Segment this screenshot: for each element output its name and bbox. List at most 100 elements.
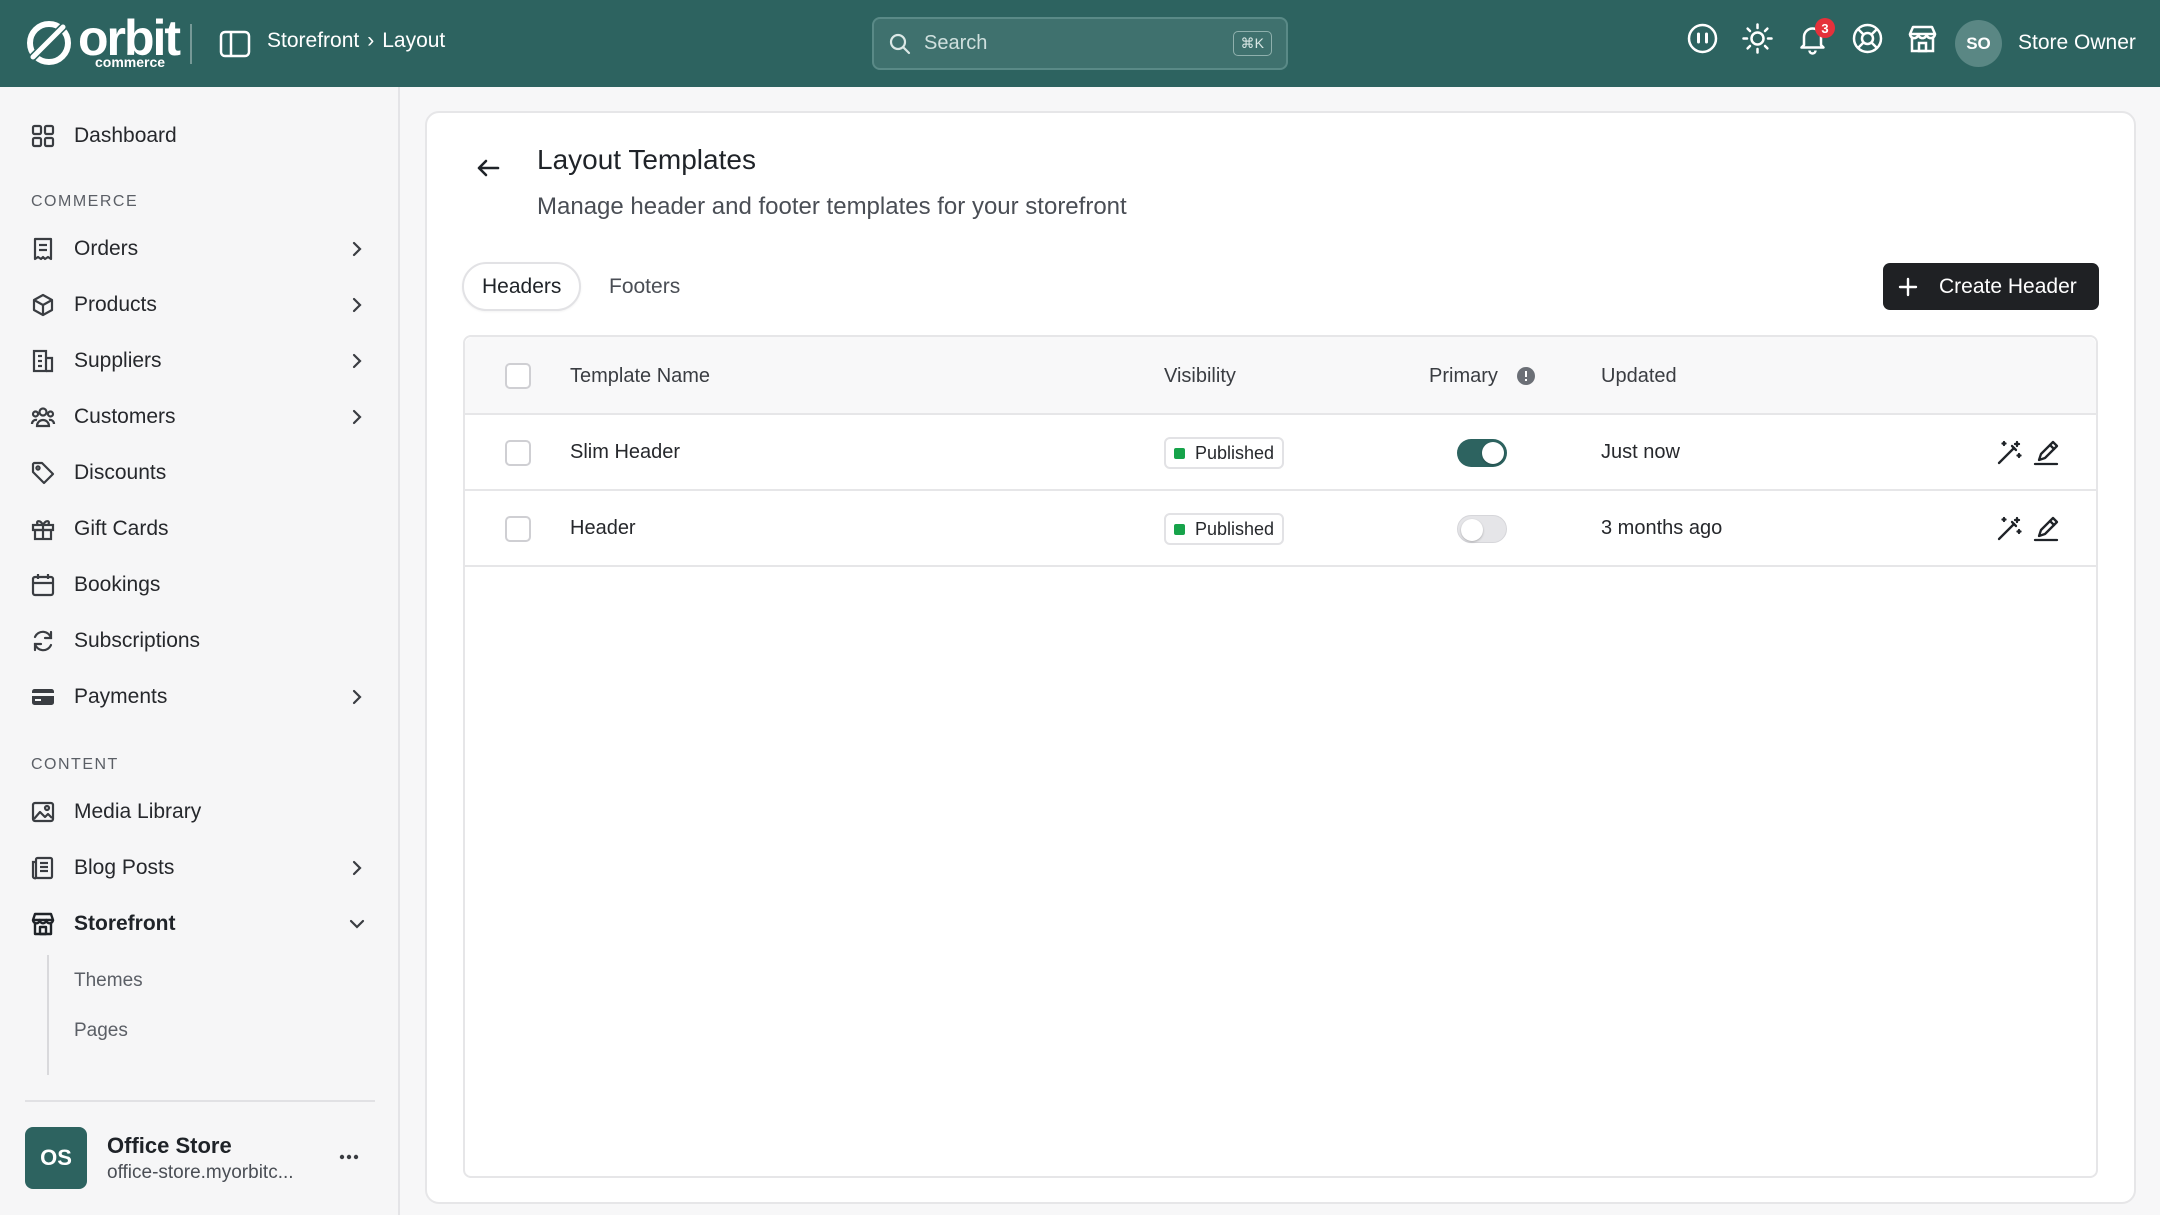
store-menu-button[interactable] xyxy=(338,1147,360,1167)
primary-toggle[interactable] xyxy=(1457,515,1507,543)
sidebar-item-orders[interactable]: Orders xyxy=(0,224,400,274)
storefront-icon xyxy=(31,912,55,936)
sidebar-toggle-button[interactable] xyxy=(219,30,251,58)
store-icon xyxy=(1908,25,1937,53)
sidebar-item-discounts[interactable]: Discounts xyxy=(0,448,400,498)
orbit-logo[interactable]: orbit commerce xyxy=(24,13,181,72)
column-header-visibility[interactable]: Visibility xyxy=(1164,365,1236,388)
column-header-primary[interactable]: Primary xyxy=(1429,365,1498,388)
magic-wand-icon xyxy=(1997,516,2022,541)
sun-icon xyxy=(1742,23,1773,54)
user-avatar[interactable]: SO xyxy=(1955,20,2002,67)
primary-info-icon[interactable] xyxy=(1516,366,1536,386)
arrow-left-icon xyxy=(477,159,500,177)
primary-toggle[interactable] xyxy=(1457,439,1507,467)
calendar-icon xyxy=(31,574,55,597)
customize-button[interactable] xyxy=(1995,439,2023,467)
updated-time: 3 months ago xyxy=(1601,517,1723,539)
sidebar-item-label: Bookings xyxy=(74,573,161,596)
sidebar-subitem-pages[interactable]: Pages xyxy=(74,1020,128,1042)
chevron-right-icon xyxy=(352,689,362,705)
sidebar-item-label: Payments xyxy=(74,685,168,708)
sidebar-item-subscriptions[interactable]: Subscriptions xyxy=(0,616,400,666)
lifebuoy-icon xyxy=(1852,23,1883,54)
sidebar-item-bookings[interactable]: Bookings xyxy=(0,560,400,610)
sidebar-item-media-library[interactable]: Media Library xyxy=(0,787,400,837)
tag-icon xyxy=(31,461,55,485)
customize-button[interactable] xyxy=(1995,515,2023,543)
sidebar-item-label: Media Library xyxy=(74,800,202,823)
breadcrumb: Storefront › Layout xyxy=(267,29,445,53)
sidebar-item-label: Suppliers xyxy=(74,349,162,372)
templates-table: Template Name Visibility Primary Updated… xyxy=(463,335,2098,1178)
notifications-button[interactable]: 3 xyxy=(1796,18,1835,55)
search-input[interactable] xyxy=(924,32,1233,55)
sidebar-item-blog-posts[interactable]: Blog Posts xyxy=(0,843,400,893)
tab-headers[interactable]: Headers xyxy=(462,262,582,311)
edit-button[interactable] xyxy=(2032,439,2060,467)
search-icon xyxy=(889,33,911,54)
column-header-updated[interactable]: Updated xyxy=(1601,365,1677,388)
page-title: Layout Templates xyxy=(537,144,756,175)
ai-assistant-button[interactable] xyxy=(1686,22,1719,55)
user-name[interactable]: Store Owner xyxy=(2018,31,2136,55)
sidebar-item-label: Orders xyxy=(74,237,139,260)
theme-toggle-button[interactable] xyxy=(1741,22,1774,55)
plus-icon xyxy=(1898,277,1918,296)
top-bar: orbit commerce Storefront › Layout ⌘K xyxy=(0,0,2160,87)
page-subtitle: Manage header and footer templates for y… xyxy=(537,193,1127,220)
sidebar: Dashboard COMMERCE Orders Products Suppl… xyxy=(0,87,400,1215)
pencil-icon xyxy=(2033,516,2059,542)
table-row[interactable]: Header Published 3 months ago xyxy=(465,491,2096,567)
dashboard-icon xyxy=(31,124,55,148)
row-checkbox[interactable] xyxy=(505,516,531,542)
status-dot xyxy=(1174,447,1185,459)
tab-footers[interactable]: Footers xyxy=(591,262,698,311)
sidebar-item-products[interactable]: Products xyxy=(0,280,400,330)
column-header-template-name[interactable]: Template Name xyxy=(570,365,710,388)
table-row[interactable]: Slim Header Published Just now xyxy=(465,415,2096,491)
help-button[interactable] xyxy=(1851,22,1884,55)
view-store-button[interactable] xyxy=(1906,22,1939,55)
sidebar-item-customers[interactable]: Customers xyxy=(0,392,400,442)
create-header-button[interactable]: Create Header xyxy=(1883,263,2099,310)
chevron-right-icon xyxy=(352,353,362,369)
store-avatar[interactable]: OS xyxy=(25,1127,87,1189)
sidebar-item-label: Storefront xyxy=(74,912,176,935)
sidebar-item-label: Customers xyxy=(74,405,176,428)
more-horizontal-icon xyxy=(339,1154,359,1160)
sidebar-item-label: Subscriptions xyxy=(74,629,201,652)
magic-wand-icon xyxy=(1997,440,2022,465)
sidebar-subitem-themes[interactable]: Themes xyxy=(74,970,143,992)
chevron-down-icon xyxy=(349,919,365,929)
sidebar-item-label: Products xyxy=(74,293,157,316)
chevron-right-icon xyxy=(352,297,362,313)
sidebar-toggle-icon xyxy=(219,30,251,58)
chevron-right-icon xyxy=(352,241,362,257)
document-icon xyxy=(31,856,54,880)
select-all-checkbox[interactable] xyxy=(505,363,531,389)
users-icon xyxy=(30,407,56,428)
section-title-content: CONTENT xyxy=(31,756,119,773)
sidebar-item-gift-cards[interactable]: Gift Cards xyxy=(0,504,400,554)
search-bar[interactable]: ⌘K xyxy=(872,17,1288,70)
sidebar-item-suppliers[interactable]: Suppliers xyxy=(0,336,400,386)
robot-face-icon xyxy=(1687,23,1718,54)
updated-time: Just now xyxy=(1601,441,1680,463)
toggle-knob xyxy=(1482,442,1504,464)
breadcrumb-storefront[interactable]: Storefront xyxy=(267,29,359,53)
template-name[interactable]: Header xyxy=(570,517,636,540)
submenu-guide-line xyxy=(47,955,49,1075)
section-title-commerce: COMMERCE xyxy=(31,193,139,210)
sidebar-item-payments[interactable]: Payments xyxy=(0,672,400,722)
edit-button[interactable] xyxy=(2032,515,2060,543)
sidebar-item-dashboard[interactable]: Dashboard xyxy=(0,111,400,161)
row-checkbox[interactable] xyxy=(505,440,531,466)
info-icon xyxy=(1517,367,1535,385)
template-name[interactable]: Slim Header xyxy=(570,441,680,464)
gift-icon xyxy=(31,520,55,541)
orbit-logo-icon xyxy=(27,21,71,65)
status-dot xyxy=(1174,523,1185,535)
back-button[interactable] xyxy=(473,153,503,183)
sidebar-item-storefront[interactable]: Storefront xyxy=(0,899,400,949)
